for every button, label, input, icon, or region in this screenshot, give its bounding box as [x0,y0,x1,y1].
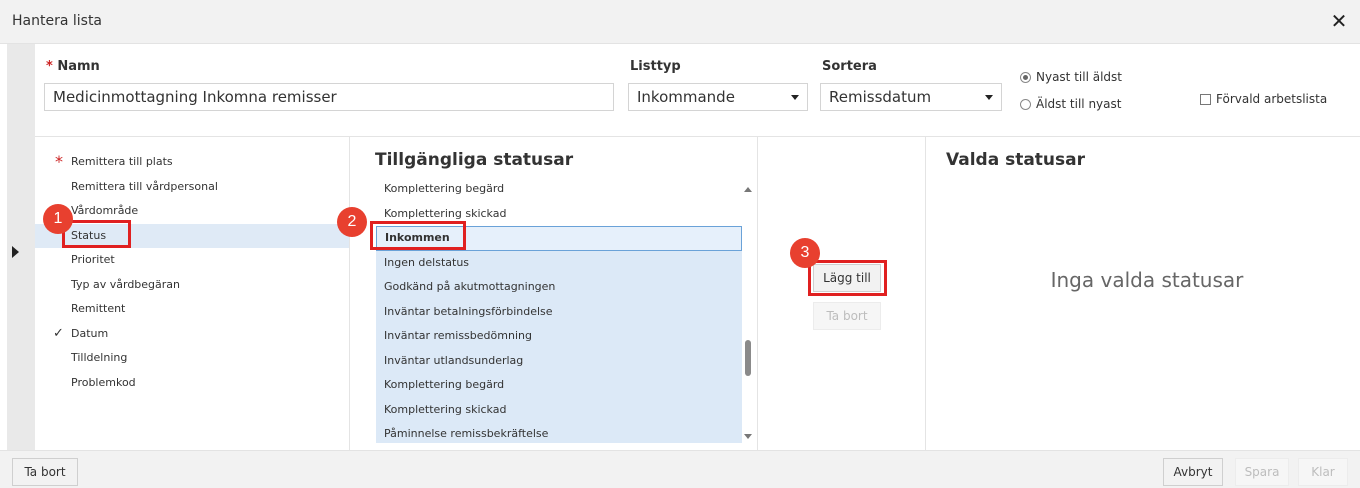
field-item[interactable]: Vårdområde [35,199,349,224]
annotation-badge-2: 2 [337,207,367,237]
dialog-footer [0,450,1360,488]
annotation-badge-1: 1 [43,204,73,234]
selected-empty-text: Inga valda statusar [1050,268,1244,292]
field-item-label: Remittera till plats [71,155,173,168]
delete-list-button[interactable]: Ta bort [12,458,78,486]
status-item[interactable]: Komplettering skickad [376,397,742,422]
add-button[interactable]: Lägg till [813,264,881,292]
scroll-up-icon[interactable] [744,187,752,192]
available-heading: Tillgängliga statusar [375,150,574,170]
dialog-titlebar: Hantera lista ✕ [0,0,1360,44]
field-list: * Remittera till plats Remittera till vård… [35,150,349,395]
radio-oldest-first[interactable]: Äldst till nyast [1020,97,1121,111]
sortera-value: Remissdatum [829,88,932,106]
done-button[interactable]: Klar [1298,458,1348,486]
default-worklist-label: Förvald arbetslista [1216,92,1328,106]
status-item[interactable]: Ingen delstatus [376,250,742,275]
close-icon[interactable]: ✕ [1328,10,1350,32]
field-item[interactable]: Tilldelning [35,346,349,371]
listtyp-label: Listtyp [630,59,681,74]
field-item-label: Tilldelning [71,351,128,364]
field-item-label: Datum [71,326,109,340]
selected-heading: Valda statusar [946,150,1086,170]
status-item[interactable]: Inväntar utlandsunderlag [376,348,742,373]
field-item[interactable]: Remittera till vårdpersonal [35,175,349,200]
annotation-badge-3: 3 [790,238,820,268]
field-item-label: Typ av vårdbegäran [71,277,181,291]
field-item-label: Prioritet [71,253,115,266]
field-item[interactable]: Remittent [35,297,349,322]
required-asterisk-icon: * [55,152,63,171]
listtyp-value: Inkommande [637,88,735,106]
name-label-text: Namn [57,59,100,74]
field-item[interactable]: Prioritet [35,248,349,273]
radio-newest-first[interactable]: Nyast till äldst [1020,70,1122,84]
sortera-select[interactable]: Remissdatum [820,83,1002,111]
status-scrollbar[interactable] [742,177,756,443]
field-item-label: Remittent [71,302,126,315]
panel-separator [757,136,758,450]
scroll-down-icon[interactable] [744,434,752,439]
radio-icon[interactable] [1020,98,1031,110]
field-item-label: Vårdområde [71,204,139,217]
status-item[interactable]: Komplettering begärd [376,373,742,398]
field-item-label: Problemkod [71,375,136,389]
field-item-label: Status [71,228,107,242]
expand-arrow-icon[interactable] [12,246,19,258]
radio-icon[interactable] [1020,71,1031,83]
field-item[interactable]: Problemkod [35,371,349,396]
default-worklist-checkbox[interactable]: Förvald arbetslista [1200,92,1327,106]
status-item[interactable]: Godkänd på akutmottagningen [376,275,742,300]
scroll-thumb[interactable] [745,340,751,376]
dialog-title: Hantera lista [12,13,103,29]
remove-button[interactable]: Ta bort [813,302,881,330]
cancel-button[interactable]: Avbryt [1163,458,1223,486]
listtyp-select[interactable]: Inkommande [628,83,808,111]
field-item[interactable]: * Remittera till plats [35,150,349,175]
radio-newest-label: Nyast till äldst [1036,70,1122,84]
panel-separator [349,136,350,450]
status-item[interactable]: Inkommen [376,226,742,251]
checkbox-icon[interactable] [1200,93,1211,105]
field-item[interactable]: Typ av vårdbegäran [35,273,349,298]
status-item[interactable]: Påminnelse remissbekräftelse [376,422,742,443]
save-button[interactable]: Spara [1235,458,1289,486]
chevron-down-icon [985,95,993,100]
available-status-list: Komplettering begärd Komplettering skicka… [376,177,742,443]
checkmark-icon: ✓ [53,325,64,341]
status-item[interactable]: Inväntar betalningsförbindelse [376,299,742,324]
field-item[interactable]: Status [35,223,349,248]
panels-divider [35,136,1360,137]
status-item[interactable]: Inväntar remissbedömning [376,324,742,349]
sortera-label: Sortera [822,59,877,74]
field-item[interactable]: ✓ Datum [35,322,349,347]
name-input[interactable]: Medicinmottagning Inkomna remisser [44,83,614,111]
field-item-label: Remittera till vårdpersonal [71,179,218,193]
name-label: * Namn [46,59,100,74]
status-item[interactable]: Komplettering begärd [376,177,742,202]
chevron-down-icon [791,95,799,100]
panel-separator [925,136,926,450]
status-item[interactable]: Komplettering skickad [376,202,742,227]
radio-oldest-label: Äldst till nyast [1036,97,1122,111]
